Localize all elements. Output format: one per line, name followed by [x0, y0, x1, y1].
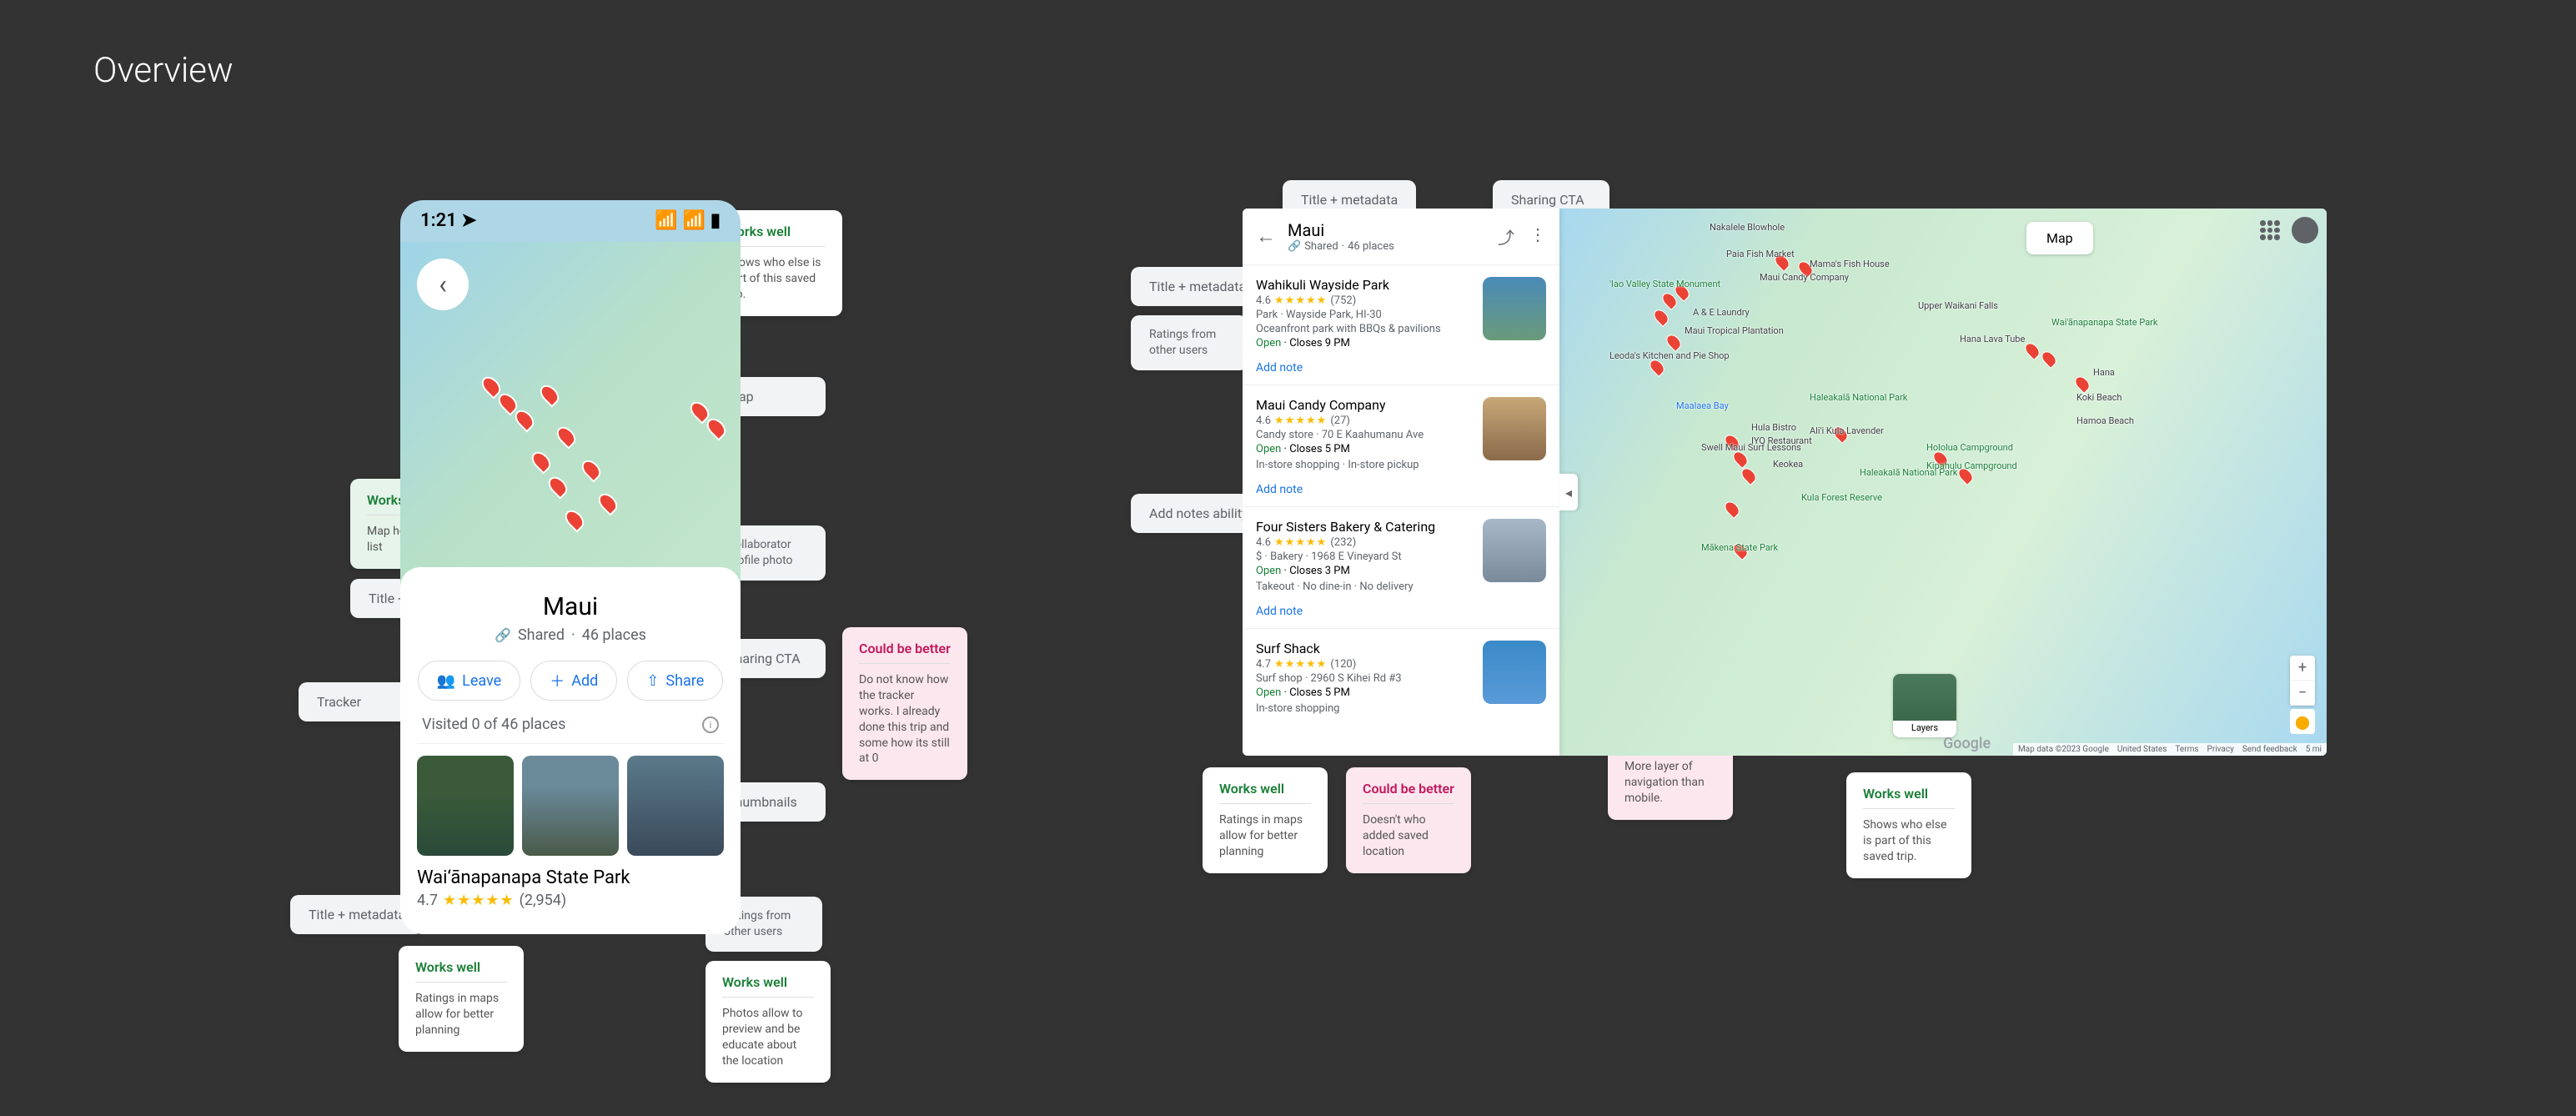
panel-meta: 🔗 Shared · 46 places: [1288, 240, 1486, 253]
collapse-panel-button[interactable]: ◂: [1559, 474, 1578, 510]
panel-header: ← Maui 🔗 Shared · 46 places ⤴ ⋮: [1243, 209, 1559, 264]
note-works-well-photos: Works well Photos allow to preview and b…: [706, 961, 831, 1083]
zoom-out-button[interactable]: −: [2290, 681, 2315, 706]
battery-icon: ▮: [711, 210, 721, 231]
note-works-well-who-d: Works well Shows who else is part of thi…: [1846, 772, 1971, 878]
note-works-well-ratings-m: Works well Ratings in maps allow for bet…: [399, 946, 524, 1052]
thumbnail[interactable]: [627, 756, 724, 856]
zoom-control[interactable]: + −: [2290, 656, 2315, 706]
place-name[interactable]: Wai‘ānapanapa State Park: [417, 867, 724, 888]
thumbnail: [1483, 641, 1546, 704]
pegman-icon[interactable]: ⬤: [2290, 709, 2315, 734]
map-footer: Map data ©2023 Google United States Term…: [2013, 743, 2327, 756]
map-chip[interactable]: Map: [2026, 222, 2093, 254]
thumbnail-row: [417, 756, 724, 856]
leave-icon: 👥: [437, 672, 455, 690]
add-button[interactable]: ＋Add: [530, 661, 617, 701]
side-panel: ← Maui 🔗 Shared · 46 places ⤴ ⋮ Wahikuli…: [1243, 209, 1559, 756]
action-row: 👥Leave ＋Add ⇧Share: [417, 661, 724, 701]
panel-title: Maui: [1288, 220, 1486, 240]
feedback-link[interactable]: Send feedback: [2242, 745, 2297, 754]
terms-link[interactable]: Terms: [2175, 745, 2198, 754]
status-icons: 📶 📶 ▮: [655, 210, 721, 231]
leave-button[interactable]: 👥Leave: [418, 661, 520, 701]
note-could-better-owner: Could be better Doesn't who added saved …: [1346, 767, 1471, 873]
add-note-link[interactable]: Add note: [1243, 605, 1559, 628]
wifi-icon: 📶: [682, 210, 705, 231]
add-note-link[interactable]: Add note: [1243, 361, 1559, 385]
thumbnail[interactable]: [417, 756, 514, 856]
apps-icon[interactable]: [2257, 217, 2283, 244]
thumbnail: [1483, 277, 1546, 340]
place-item[interactable]: Wahikuli Wayside Park 4.6 ★★★★★ (752) Pa…: [1243, 264, 1559, 361]
label-ratings-d: Ratings from other users: [1131, 315, 1248, 370]
layers-widget[interactable]: Layers: [1893, 674, 1956, 737]
back-arrow-icon[interactable]: ←: [1256, 224, 1276, 249]
place-item[interactable]: Maui Candy Company 4.6 ★★★★★ (27) Candy …: [1243, 385, 1559, 483]
add-note-link[interactable]: Add note: [1243, 483, 1559, 506]
share-icon[interactable]: ⤴: [1498, 224, 1514, 249]
stars-icon: ★★★★★: [443, 892, 515, 909]
list-title: Maui: [417, 592, 724, 621]
bottom-sheet: Maui 🔗 Shared · 46 places 👥Leave ＋Add ⇧S…: [400, 567, 741, 934]
label-tracker: Tracker: [299, 682, 415, 721]
profile-avatar[interactable]: [2292, 217, 2318, 244]
plus-icon: ＋: [550, 670, 565, 691]
place-rating: 4.7 ★★★★★ (2,954): [417, 892, 724, 909]
thumbnail[interactable]: [522, 756, 619, 856]
thumbnail: [1483, 397, 1546, 460]
info-icon[interactable]: i: [702, 716, 719, 733]
place-item[interactable]: Surf Shack 4.7 ★★★★★ (120) Surf shop · 2…: [1243, 628, 1559, 726]
note-works-well-ratings-d: Works well Ratings in maps allow for bet…: [1203, 767, 1328, 873]
mobile-mockup: 1:21 ➤ 📶 📶 ▮ ‹ S Maui: [400, 200, 741, 934]
back-button[interactable]: ‹: [417, 259, 469, 310]
share-icon: ⇧: [646, 672, 659, 690]
more-icon[interactable]: ⋮: [1529, 224, 1546, 249]
privacy-link[interactable]: Privacy: [2207, 745, 2234, 754]
google-logo: Google: [1943, 735, 1991, 752]
status-bar: 1:21 ➤ 📶 📶 ▮: [400, 200, 741, 236]
zoom-in-button[interactable]: +: [2290, 656, 2315, 681]
list-meta: 🔗 Shared · 46 places: [417, 626, 724, 644]
tracker-row: Visited 0 of 46 places i: [417, 701, 724, 744]
desktop-map[interactable]: Map Paia Fish Market: [1559, 209, 2327, 756]
desktop-mockup: ← Maui 🔗 Shared · 46 places ⤴ ⋮ Wahikuli…: [1243, 209, 2327, 756]
note-could-better-tracker: Could be better Do not know how the trac…: [842, 627, 967, 780]
signal-icon: 📶: [655, 210, 677, 231]
link-icon: 🔗: [1288, 240, 1301, 253]
share-button[interactable]: ⇧Share: [627, 661, 723, 701]
place-item[interactable]: Four Sisters Bakery & Catering 4.6 ★★★★★…: [1243, 506, 1559, 605]
page-title: Overview: [93, 50, 233, 91]
link-icon: 🔗: [495, 627, 511, 643]
thumbnail: [1483, 519, 1546, 582]
